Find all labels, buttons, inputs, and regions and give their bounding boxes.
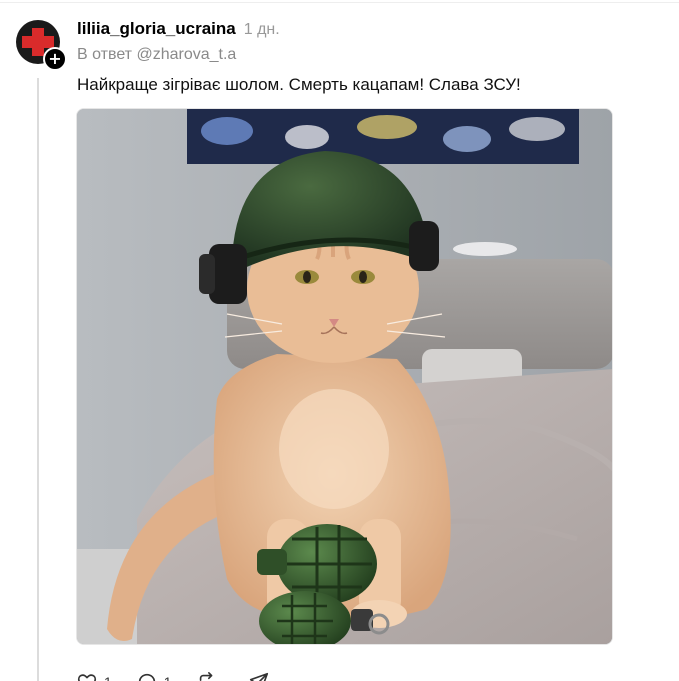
post-photo[interactable] — [76, 108, 613, 645]
comment-bubble-icon — [138, 673, 155, 681]
action-bar: 1 1 — [76, 670, 300, 681]
post-timestamp[interactable]: 1 дн. — [244, 21, 280, 39]
repost-button[interactable] — [196, 671, 224, 681]
thread-reply-post: + liliia_gloria_ucraina 1 дн. В ответ @z… — [0, 0, 679, 681]
send-icon — [249, 672, 268, 681]
follow-plus-icon[interactable]: + — [43, 47, 67, 71]
comment-count: 1 — [164, 674, 172, 681]
thread-line — [37, 78, 39, 681]
cat-in-helmet-photo — [77, 109, 612, 644]
comment-button[interactable]: 1 — [136, 671, 172, 681]
post-text: Найкраще зігріває шолом. Смерть кацапам!… — [77, 75, 521, 94]
like-count: 1 — [104, 674, 112, 681]
reply-to-line: В ответ @zharova_t.a — [77, 46, 236, 64]
avatar[interactable]: + — [16, 20, 67, 71]
repost-icon — [199, 672, 213, 681]
reply-handle-link[interactable]: @zharova_t.a — [136, 46, 236, 63]
like-button[interactable]: 1 — [76, 671, 112, 681]
share-button[interactable] — [248, 671, 276, 681]
top-divider — [0, 2, 679, 3]
reply-prefix: В ответ — [77, 46, 133, 63]
username-link[interactable]: liliia_gloria_ucraina — [77, 19, 236, 39]
post-header: liliia_gloria_ucraina 1 дн. — [77, 19, 280, 41]
heart-icon — [77, 674, 97, 681]
